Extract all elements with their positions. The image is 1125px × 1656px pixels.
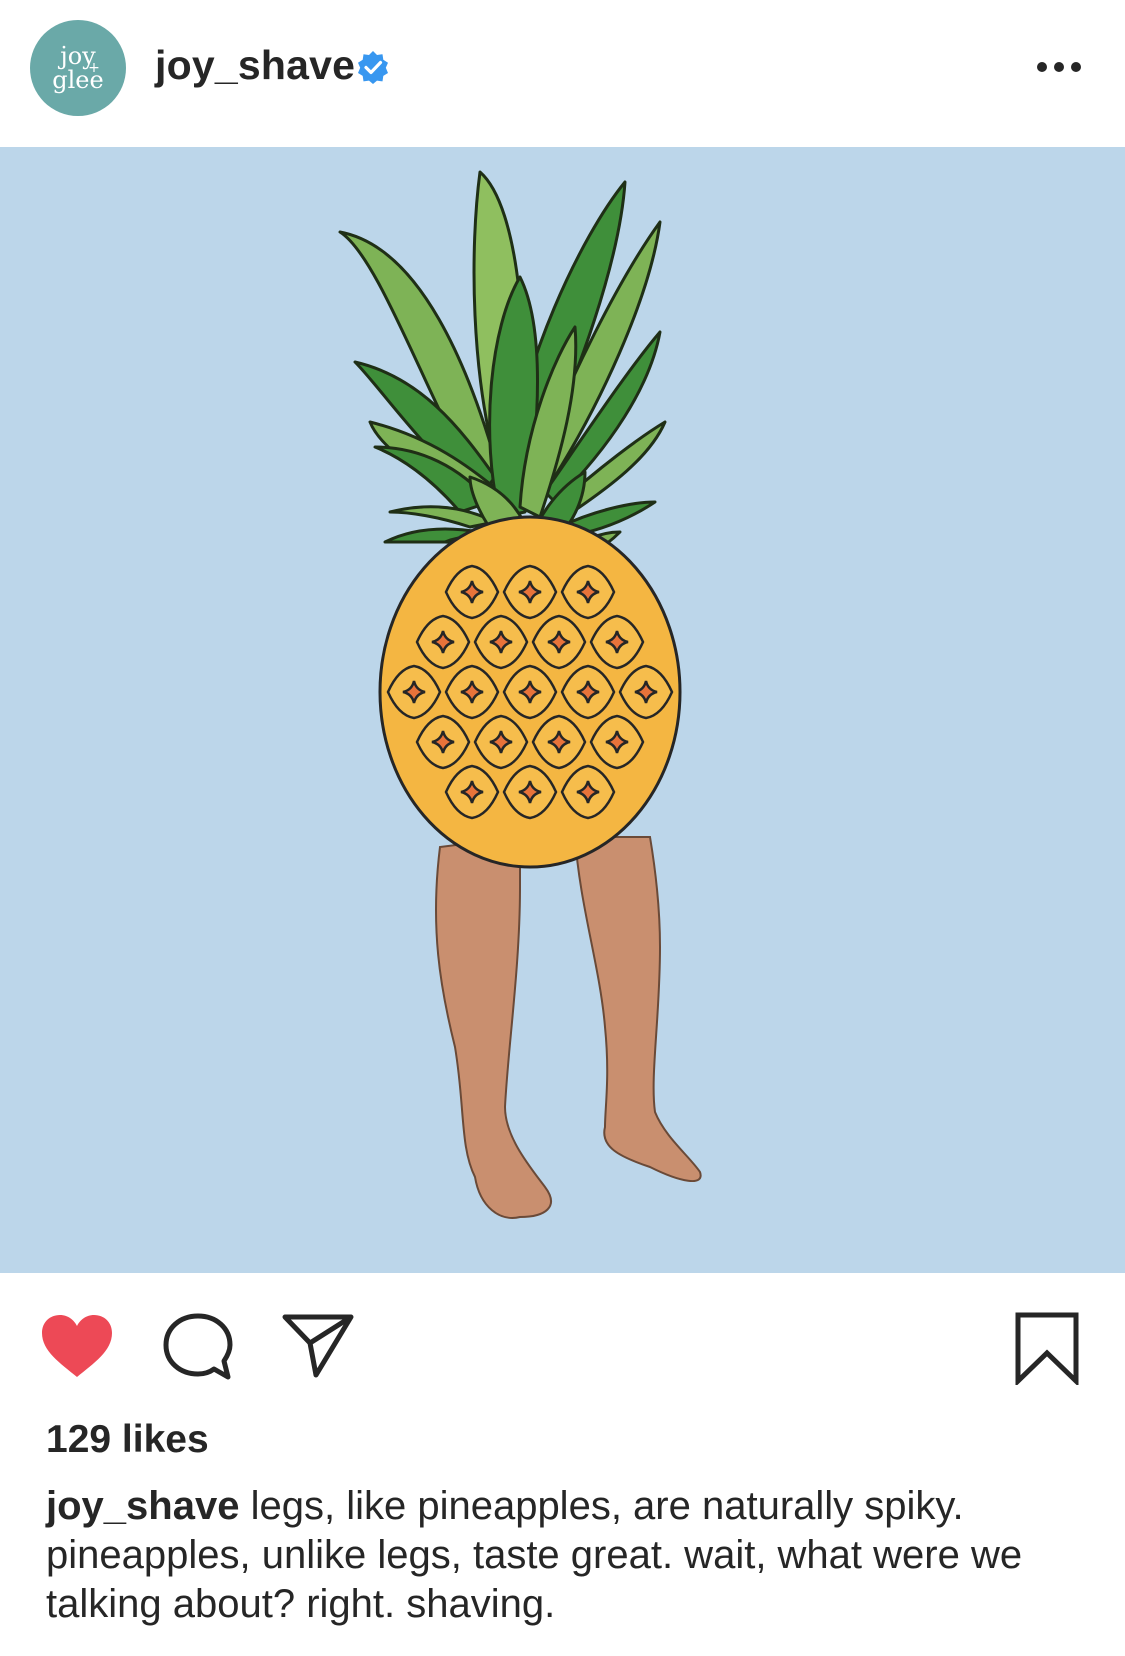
post-image[interactable] [0, 147, 1125, 1273]
username-link[interactable]: joy_shave [155, 40, 355, 90]
bookmark-icon[interactable] [1014, 1311, 1080, 1385]
likes-count[interactable]: 129 likes [46, 1416, 209, 1464]
post-actions [0, 1273, 1125, 1413]
post-caption: joy_shave legs, like pineapples, are nat… [46, 1482, 1086, 1629]
avatar-logo: joy + glee [52, 42, 103, 94]
verified-badge-icon [358, 51, 388, 84]
more-options-icon[interactable] [1032, 50, 1086, 84]
pineapple-legs-illustration [0, 147, 1125, 1273]
heart-icon[interactable] [40, 1313, 114, 1379]
avatar[interactable]: joy + glee [30, 20, 126, 116]
avatar-text-glee: glee [52, 66, 103, 94]
comment-icon[interactable] [162, 1313, 234, 1383]
caption-username[interactable]: joy_shave [46, 1484, 239, 1528]
post-header: joy + glee joy_shave [0, 0, 1125, 147]
share-icon[interactable] [282, 1313, 354, 1379]
